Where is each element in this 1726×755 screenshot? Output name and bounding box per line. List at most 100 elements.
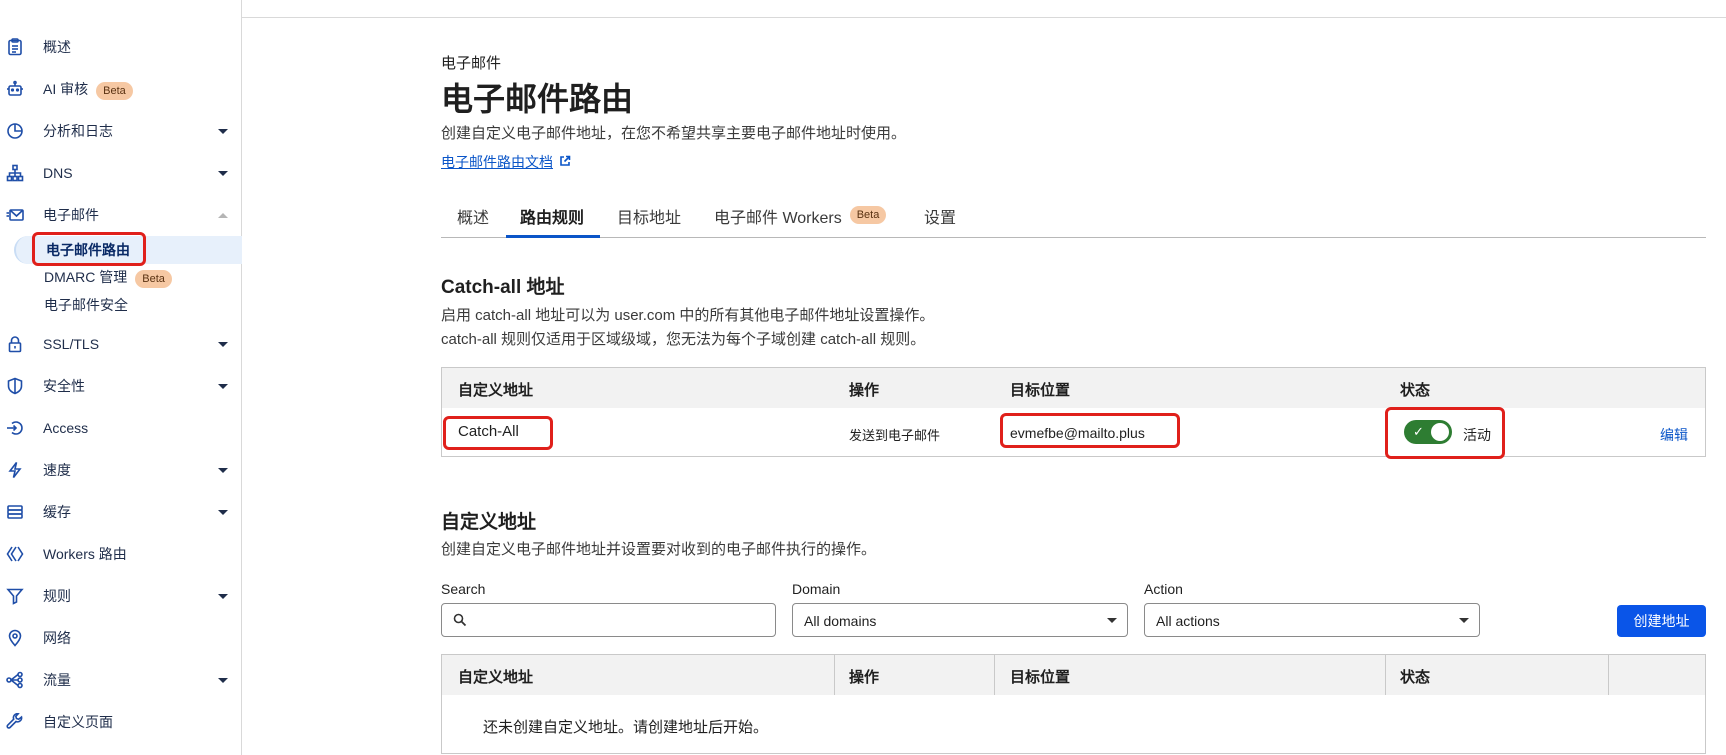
sidebar-subitem-label: DMARC 管理 [44, 268, 128, 285]
sidebar-subitem-email-routing[interactable]: 电子邮件路由 [14, 236, 242, 264]
wrench-icon [6, 713, 24, 731]
table-header: 自定义地址 操作 目标位置 状态 [442, 368, 1705, 408]
beta-badge: Beta [96, 81, 133, 100]
column-divider [1608, 655, 1609, 695]
sidebar-item-email[interactable]: 电子邮件 [0, 200, 242, 230]
tab-settings[interactable]: 设置 [924, 196, 956, 238]
sidebar-item-access[interactable]: Access [0, 413, 242, 443]
check-icon: ✓ [1413, 424, 1424, 439]
access-login-icon [6, 419, 24, 437]
mail-icon [6, 206, 24, 224]
catch-all-desc-line2: catch-all 规则仅适用于区域级域，您无法为每个子域创建 catch-al… [441, 331, 926, 348]
column-divider [1385, 655, 1386, 695]
sidebar-subitem-label: 电子邮件安全 [44, 297, 128, 313]
column-header: 状态 [1400, 382, 1431, 399]
catch-all-action: 发送到电子邮件 [849, 428, 941, 443]
top-divider [242, 17, 1726, 18]
sidebar-item-label: DNS [43, 165, 73, 181]
chevron-down-icon [218, 467, 228, 473]
sidebar-item-ai-audit[interactable]: AI 审核 Beta [0, 74, 242, 104]
sidebar-item-ssl[interactable]: SSL/TLS [0, 329, 242, 359]
sidebar: 概述 AI 审核 Beta 分析和日志 DNS 电子邮件 电子邮件路由 DMARC… [0, 0, 242, 755]
traffic-nodes-icon [6, 671, 24, 689]
chevron-down-icon [218, 593, 228, 599]
sidebar-item-label: Access [43, 420, 89, 436]
sidebar-item-label: 规则 [43, 588, 71, 604]
catch-all-status-label: 活动 [1463, 427, 1491, 443]
chevron-down-icon [218, 170, 228, 176]
beta-badge: Beta [135, 269, 172, 288]
bolt-icon [6, 461, 24, 479]
network-tree-icon [6, 164, 24, 182]
tab-overview[interactable]: 概述 [457, 196, 489, 238]
chevron-down-icon [1459, 618, 1469, 623]
catch-all-table: 自定义地址 操作 目标位置 状态 Catch-All 发送到电子邮件 evmef… [441, 367, 1706, 457]
sidebar-subitem-email-security[interactable]: 电子邮件安全 [0, 291, 242, 319]
location-pin-icon [6, 629, 24, 647]
chevron-down-icon [218, 509, 228, 515]
sidebar-item-cache[interactable]: 缓存 [0, 497, 242, 527]
server-stack-icon [6, 503, 24, 521]
custom-addresses-title: 自定义地址 [441, 512, 537, 533]
workers-icon [6, 545, 24, 563]
column-header: 操作 [849, 382, 880, 399]
sidebar-item-speed[interactable]: 速度 [0, 455, 242, 485]
catch-all-title: Catch-all 地址 [441, 277, 565, 298]
column-header: 目标位置 [1010, 669, 1071, 686]
chevron-up-icon [218, 212, 228, 218]
sidebar-item-overview[interactable]: 概述 [0, 32, 242, 62]
chevron-down-icon [218, 677, 228, 683]
search-label: Search [441, 581, 486, 597]
sidebar-item-traffic[interactable]: 流量 [0, 665, 242, 695]
chevron-down-icon [1107, 618, 1117, 623]
sidebar-item-label: 缓存 [43, 504, 71, 520]
sidebar-item-analytics[interactable]: 分析和日志 [0, 116, 242, 146]
sidebar-item-security[interactable]: 安全性 [0, 371, 242, 401]
sidebar-item-label: 电子邮件 [43, 207, 99, 223]
sidebar-item-label: Workers 路由 [43, 546, 127, 562]
search-icon [453, 613, 467, 627]
lock-icon [6, 335, 24, 353]
funnel-icon [6, 587, 24, 605]
catch-all-status-toggle[interactable]: ✓ [1404, 420, 1452, 444]
domain-select[interactable]: All domains [792, 603, 1128, 637]
toggle-knob [1431, 423, 1449, 441]
sidebar-item-label: 安全性 [43, 378, 85, 394]
sidebar-item-label: 概述 [43, 39, 71, 55]
sidebar-item-network[interactable]: 网络 [0, 623, 242, 653]
tab-email-workers[interactable]: 电子邮件 Workers Beta [714, 196, 887, 238]
page-eyebrow: 电子邮件 [441, 55, 502, 72]
action-select[interactable]: All actions [1144, 603, 1480, 637]
column-header: 目标位置 [1010, 382, 1071, 399]
tab-routing-rules[interactable]: 路由规则 [506, 196, 601, 238]
column-divider [834, 655, 835, 695]
sidebar-item-label: 速度 [43, 462, 71, 478]
column-divider [994, 655, 995, 695]
sidebar-item-label: 网络 [43, 630, 71, 646]
docs-link[interactable]: 电子邮件路由文档 [441, 152, 571, 172]
sidebar-item-workers-routes[interactable]: Workers 路由 [0, 539, 242, 569]
shield-icon [6, 377, 24, 395]
column-header: 自定义地址 [458, 382, 534, 399]
custom-addresses-desc: 创建自定义电子邮件地址并设置要对收到的电子邮件执行的操作。 [441, 541, 877, 558]
tab-bar: 概述 路由规则 目标地址 电子邮件 Workers Beta 设置 [441, 196, 1706, 238]
table-header: 自定义地址 操作 目标位置 状态 [442, 655, 1705, 695]
sidebar-item-rules[interactable]: 规则 [0, 581, 242, 611]
search-field [441, 603, 776, 637]
edit-link[interactable]: 编辑 [1660, 425, 1688, 445]
catch-all-address: Catch-All [458, 423, 519, 440]
create-address-button[interactable]: 创建地址 [1617, 605, 1706, 637]
column-header: 自定义地址 [458, 669, 534, 686]
beta-badge: Beta [849, 206, 887, 224]
domain-select-value: All domains [804, 613, 877, 629]
sidebar-item-label: SSL/TLS [43, 336, 100, 352]
action-select-value: All actions [1156, 613, 1220, 629]
chevron-down-icon [218, 128, 228, 134]
docs-link-label: 电子邮件路由文档 [441, 154, 553, 170]
sidebar-item-custom-pages[interactable]: 自定义页面 [0, 707, 242, 737]
sidebar-item-dns[interactable]: DNS [0, 158, 242, 188]
tab-destination-addresses[interactable]: 目标地址 [617, 196, 681, 238]
search-input[interactable] [442, 604, 775, 636]
clipboard-icon [6, 38, 24, 56]
sidebar-subitem-dmarc[interactable]: DMARC 管理 Beta [0, 263, 242, 291]
